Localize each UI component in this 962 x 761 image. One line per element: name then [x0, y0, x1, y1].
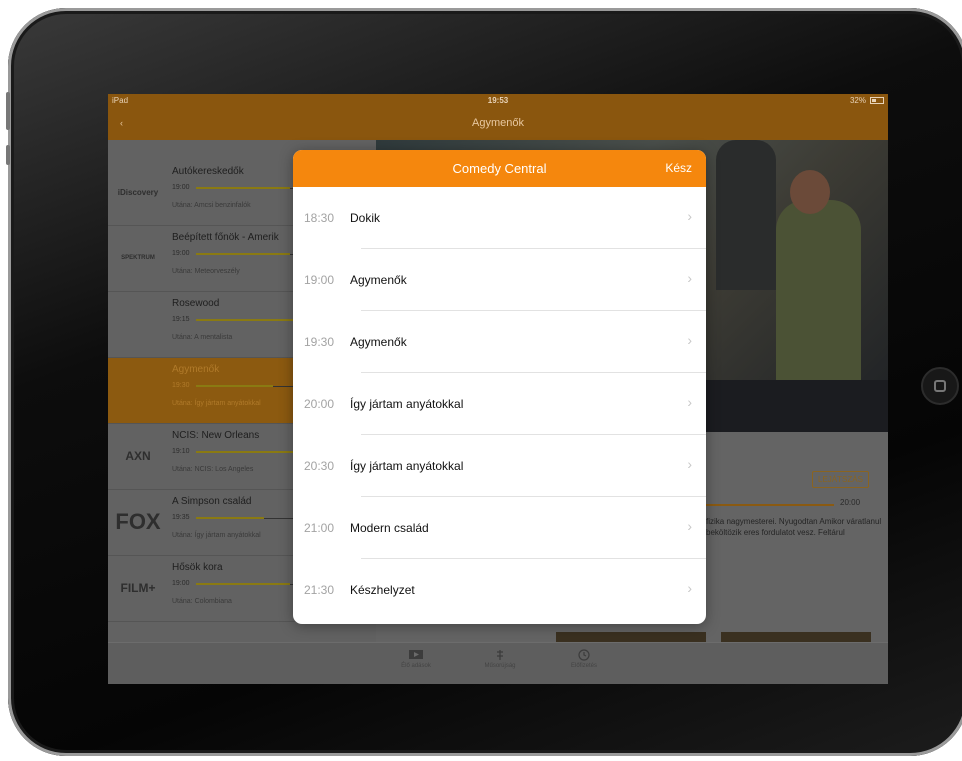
- show-description: fizika nagymesterei. Nyugodtan Amikor vá…: [706, 517, 882, 537]
- channel-logo: FOX: [115, 509, 161, 534]
- battery-percent: 32%: [849, 96, 866, 105]
- modal-header: Comedy Central Kész: [293, 150, 706, 187]
- show-title: Beépített főnök - Amerik: [172, 232, 279, 243]
- channel-logo: [112, 308, 164, 340]
- next-show: Utána: Így jártam anyátokkal: [172, 400, 261, 407]
- tab-live[interactable]: Élő adások: [386, 649, 446, 669]
- chevron-right-icon: ›: [687, 270, 692, 286]
- status-time: 19:53: [487, 96, 509, 105]
- channel-logo: iDiscovery: [117, 187, 159, 197]
- show-time: 19:00: [172, 580, 190, 587]
- tab-label: Műsorújság: [484, 663, 516, 669]
- battery-icon: [870, 97, 884, 104]
- nav-title: Agymenők: [472, 117, 524, 129]
- channel-logo: AXN: [125, 449, 151, 463]
- chevron-right-icon: ›: [687, 518, 692, 534]
- show-title: Rosewood: [172, 298, 220, 309]
- end-time: 20:00: [840, 498, 861, 507]
- show-title: NCIS: New Orleans: [172, 430, 260, 441]
- tab-label: Élő adások: [401, 663, 431, 669]
- clock-icon: [554, 649, 614, 661]
- schedule-row[interactable]: 21:30 Készhelyzet ›: [293, 559, 706, 621]
- chevron-right-icon: ›: [687, 580, 692, 596]
- tab-subscription[interactable]: Előfizetés: [554, 649, 614, 669]
- schedule-modal: Comedy Central Kész 18:30 Dokik › 19:00 Agym…: [293, 150, 706, 624]
- schedule-title: Így jártam anyátokkal: [350, 397, 464, 411]
- chevron-right-icon: ›: [687, 208, 692, 224]
- next-show: Utána: Így jártam anyátokkal: [172, 532, 261, 539]
- schedule-time: 21:00: [304, 521, 335, 535]
- tab-guide[interactable]: Műsorújság: [470, 649, 530, 669]
- schedule-row[interactable]: 19:30 Agymenők ›: [293, 311, 706, 373]
- show-title: A Simpson család: [172, 496, 252, 507]
- show-time: 19:00: [172, 184, 190, 191]
- show-title: Agymenők: [172, 364, 220, 375]
- schedule-title: Dokik: [350, 211, 381, 225]
- schedule-time: 18:30: [304, 211, 335, 225]
- schedule-title: Készhelyzet: [350, 583, 415, 597]
- show-time: 19:00: [172, 250, 190, 257]
- home-square-icon: [934, 380, 946, 392]
- schedule-time: 21:30: [304, 583, 335, 597]
- status-bar: iPad 19:53 32%: [108, 94, 888, 108]
- chevron-right-icon: ›: [687, 332, 692, 348]
- next-show: Utána: Meteorveszély: [172, 268, 240, 275]
- tab-label: Előfizetés: [570, 663, 597, 669]
- done-button[interactable]: Kész: [665, 161, 692, 175]
- show-time: 19:30: [172, 382, 190, 389]
- volume-button: [6, 92, 10, 130]
- schedule-time: 20:00: [304, 397, 335, 411]
- schedule-time: 19:30: [304, 335, 335, 349]
- show-time: 19:10: [172, 448, 190, 455]
- mute-button: [6, 145, 10, 165]
- next-show: Utána: NCIS: Los Angeles: [172, 466, 254, 473]
- chevron-right-icon: ›: [687, 394, 692, 410]
- schedule-row[interactable]: 18:30 Dokik ›: [293, 187, 706, 249]
- channel-logo: FILM+: [120, 581, 156, 595]
- next-show: Utána: Colombiana: [172, 598, 232, 605]
- play-button[interactable]: LEJÁTSZÁS: [812, 471, 869, 488]
- schedule-row[interactable]: 19:00 Agymenők ›: [293, 249, 706, 311]
- tab-bar: Élő adások Műsorújság Előfizetés: [108, 642, 888, 684]
- schedule-title: Modern család: [350, 521, 429, 535]
- schedule-row[interactable]: 21:00 Modern család ›: [293, 497, 706, 559]
- channel-logo: SPEKTRUM: [121, 255, 155, 261]
- show-time: 19:15: [172, 316, 190, 323]
- schedule-row[interactable]: 20:30 Így jártam anyátokkal ›: [293, 435, 706, 497]
- show-time: 19:35: [172, 514, 190, 521]
- guide-icon: [470, 649, 530, 661]
- next-show: Utána: Amcsi benzinfalók: [172, 202, 251, 209]
- show-title: Autókereskedők: [172, 166, 244, 177]
- channel-logo: [112, 374, 164, 406]
- nav-bar: ‹ Agymenők: [108, 108, 888, 140]
- schedule-title: Így jártam anyátokkal: [350, 459, 464, 473]
- schedule-time: 20:30: [304, 459, 335, 473]
- live-tv-icon: [386, 649, 446, 661]
- detail-progress: [704, 504, 834, 506]
- show-title: Hősök kora: [172, 562, 223, 573]
- schedule-time: 19:00: [304, 273, 335, 287]
- next-show: Utána: A mentalista: [172, 334, 233, 341]
- schedule-title: Agymenők: [350, 273, 407, 287]
- home-button[interactable]: [921, 367, 959, 405]
- modal-title: Comedy Central: [452, 161, 547, 176]
- schedule-row[interactable]: 20:00 Így jártam anyátokkal ›: [293, 373, 706, 435]
- chevron-right-icon: ›: [687, 456, 692, 472]
- schedule-title: Agymenők: [350, 335, 407, 349]
